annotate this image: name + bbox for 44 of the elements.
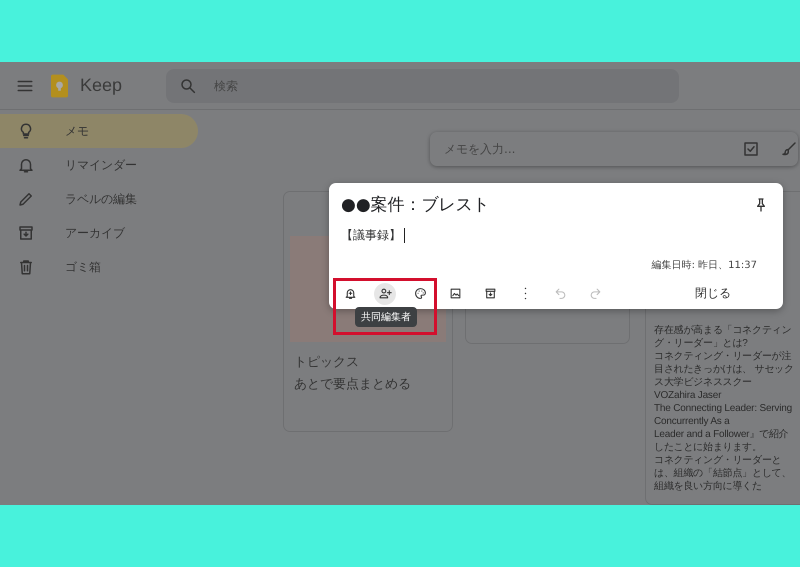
bell-plus-icon [344, 287, 356, 300]
note-text: The Connecting Leader: Serving [654, 402, 793, 415]
note-text: あとで要点まとめる [293, 376, 412, 394]
search-icon[interactable] [179, 76, 197, 94]
note-text: ス大学ビジネススクー [654, 376, 754, 389]
note-text: グ・リーダー」とは? [654, 337, 749, 350]
close-button[interactable]: 閉じる [685, 280, 741, 307]
sidebar-item[interactable]: アーカイブ [0, 216, 198, 250]
app-name: Keep [80, 75, 124, 96]
note-text: VOZahira Jaser [654, 389, 722, 402]
note-text: コネクティング・リーダーが注 [654, 350, 792, 363]
note-body[interactable]: 【議事録】 [341, 227, 401, 244]
note-text: Leader and a Follower』で紹介 [654, 428, 790, 441]
note-text: 目されたきっかけは、 サセック [654, 363, 795, 376]
sidebar-item[interactable]: メモ [0, 114, 198, 148]
bell-icon [17, 156, 35, 174]
sidebar-item[interactable]: リマインダー [0, 148, 198, 182]
note-text: Concurrently As a [654, 415, 731, 428]
note-text: コネクティング・リーダーと [654, 454, 782, 467]
person-add-button[interactable] [374, 282, 396, 304]
note-text: は、組織の「結節点」として、 [654, 467, 792, 480]
checkbox-icon[interactable] [742, 140, 760, 158]
text-caret [404, 228, 405, 243]
archive-icon [484, 287, 496, 300]
pencil-icon [17, 190, 35, 208]
image-icon [448, 287, 462, 300]
keep-logo-icon [51, 74, 68, 98]
note-text: 存在感が高まる「コネクティン [654, 324, 792, 337]
redo-icon [588, 287, 602, 300]
note-input-bar[interactable]: メモを入力... [430, 132, 798, 166]
edited-time: 編集日時: 昨日、11:37 [652, 258, 757, 272]
note-text: トピックス [293, 354, 360, 372]
brush-icon[interactable] [780, 140, 798, 158]
sidebar-item[interactable]: ゴミ箱 [0, 250, 198, 284]
tooltip: 共同編集者 [355, 307, 417, 327]
note-input-field[interactable]: メモを入力... [442, 141, 722, 157]
undo-icon [554, 287, 566, 300]
palette-icon [414, 287, 426, 300]
trash-icon [17, 258, 35, 276]
person-add-icon [378, 287, 392, 300]
note-text: 組織を良い方向に導くた [654, 480, 763, 493]
archive-icon [17, 224, 35, 242]
sidebar-item[interactable]: ラベルの編集 [0, 182, 198, 216]
note-text: したことに始まります。 [654, 441, 763, 454]
